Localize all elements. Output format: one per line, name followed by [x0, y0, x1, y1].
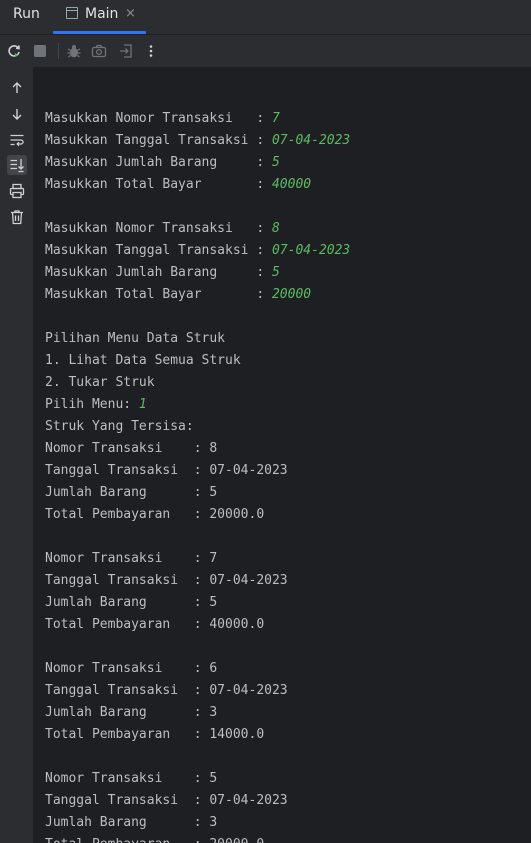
arrow-up-icon[interactable]: [7, 78, 27, 98]
console-line: Masukkan Nomor Transaksi : 7: [45, 108, 350, 130]
console-line: Masukkan Tanggal Transaksi : 07-04-2023: [45, 240, 350, 262]
console-line-text: Masukkan Tanggal Transaksi :: [45, 243, 272, 258]
console-output[interactable]: Masukkan Nomor Transaksi : 7 Masukkan Tan…: [33, 67, 531, 843]
run-tool-window-title: Run: [13, 6, 40, 22]
console-line-text: Masukkan Total Bayar :: [45, 177, 272, 192]
stop-icon[interactable]: [31, 42, 49, 60]
console-line-text: Jumlah Barang : 3: [45, 705, 218, 720]
user-input-value: 5: [271, 265, 280, 280]
console-lines: Masukkan Nomor Transaksi : 7 Masukkan Tan…: [45, 86, 350, 843]
console-line-text: Masukkan Nomor Transaksi :: [45, 221, 272, 236]
console-line: Tanggal Transaksi : 07-04-2023: [45, 790, 350, 812]
user-input-value: 07-04-2023: [271, 133, 351, 148]
arrow-down-icon[interactable]: [7, 104, 27, 124]
console-line-text: Total Pembayaran : 14000.0: [45, 727, 265, 742]
scroll-to-end-icon[interactable]: [7, 155, 27, 175]
tab-main-label: Main: [85, 6, 119, 22]
soft-wrap-icon[interactable]: [7, 130, 27, 150]
console-line: Masukkan Total Bayar : 20000: [45, 284, 350, 306]
user-input-value: 7: [271, 111, 280, 126]
exit-icon[interactable]: [117, 42, 135, 60]
console-line-text: Total Pembayaran : 40000.0: [45, 617, 265, 632]
console-line: Total Pembayaran : 40000.0: [45, 614, 350, 636]
console-line-text: Struk Yang Tersisa:: [45, 419, 194, 434]
console-side-toolbar: [0, 67, 33, 843]
console-line: Jumlah Barang : 3: [45, 702, 350, 724]
console-line: Tanggal Transaksi : 07-04-2023: [45, 570, 350, 592]
console-line-text: Tanggal Transaksi : 07-04-2023: [45, 683, 288, 698]
console-line: Masukkan Jumlah Barang : 5: [45, 152, 350, 174]
trash-icon[interactable]: [7, 207, 27, 227]
console-line-text: Nomor Transaksi : 7: [45, 551, 218, 566]
console-line-text: Nomor Transaksi : 6: [45, 661, 218, 676]
window-icon: [66, 7, 78, 19]
user-input-value: 1: [138, 397, 147, 412]
console-line-text: Tanggal Transaksi : 07-04-2023: [45, 793, 288, 808]
print-icon[interactable]: [7, 181, 27, 201]
tool-window-header: Run Main ×: [0, 0, 531, 35]
console-line: Tanggal Transaksi : 07-04-2023: [45, 680, 350, 702]
user-input-value: 40000: [271, 177, 312, 192]
console-line: Masukkan Total Bayar : 40000: [45, 174, 350, 196]
console-line: Nomor Transaksi : 6: [45, 658, 350, 680]
console-line-text: Masukkan Jumlah Barang :: [45, 155, 272, 170]
user-input-value: 5: [271, 155, 280, 170]
camera-icon[interactable]: [90, 42, 108, 60]
console-line-text: Masukkan Tanggal Transaksi :: [45, 133, 272, 148]
tab-main[interactable]: Main ×: [53, 0, 146, 34]
console-line-text: Jumlah Barang : 3: [45, 815, 218, 830]
console-line-text: Masukkan Jumlah Barang :: [45, 265, 272, 280]
console-line: Tanggal Transaksi : 07-04-2023: [45, 460, 350, 482]
console-line: 2. Tukar Struk: [45, 372, 350, 394]
active-tab-indicator: [53, 31, 146, 34]
console-line-text: 1. Lihat Data Semua Struk: [45, 353, 241, 368]
user-input-value: 20000: [271, 287, 312, 302]
debug-icon[interactable]: [65, 42, 83, 60]
console-line: Nomor Transaksi : 8: [45, 438, 350, 460]
user-input-value: 8: [271, 221, 280, 236]
console-line: Jumlah Barang : 5: [45, 592, 350, 614]
console-line: Nomor Transaksi : 5: [45, 768, 350, 790]
console-line-text: Masukkan Total Bayar :: [45, 287, 272, 302]
close-icon[interactable]: ×: [125, 5, 136, 23]
more-icon[interactable]: [142, 42, 160, 60]
console-line: Nomor Transaksi : 7: [45, 548, 350, 570]
console-line-text: Tanggal Transaksi : 07-04-2023: [45, 573, 288, 588]
run-toolbar: [0, 35, 531, 67]
console-line: Total Pembayaran : 20000.0: [45, 834, 350, 843]
console-line: 1. Lihat Data Semua Struk: [45, 350, 350, 372]
console-line-text: Nomor Transaksi : 5: [45, 771, 218, 786]
console-line: Pilihan Menu Data Struk: [45, 328, 350, 350]
console-line-text: Masukkan Nomor Transaksi :: [45, 111, 272, 126]
console-line-text: Total Pembayaran : 20000.0: [45, 507, 265, 522]
console-line: Jumlah Barang : 3: [45, 812, 350, 834]
console-line: Pilih Menu: 1: [45, 394, 350, 416]
console-line-text: 2. Tukar Struk: [45, 375, 155, 390]
console-line-text: Jumlah Barang : 5: [45, 485, 218, 500]
console-line-text: Total Pembayaran : 20000.0: [45, 837, 264, 843]
console-line: Masukkan Nomor Transaksi : 8: [45, 218, 350, 240]
console-line-text: Jumlah Barang : 5: [45, 595, 218, 610]
console-line: Masukkan Jumlah Barang : 5: [45, 262, 350, 284]
rerun-icon[interactable]: [5, 42, 23, 60]
console-line-text: Pilih Menu:: [45, 397, 139, 412]
console-line-text: Nomor Transaksi : 8: [45, 441, 218, 456]
console-line: Masukkan Tanggal Transaksi : 07-04-2023: [45, 130, 350, 152]
user-input-value: 07-04-2023: [271, 243, 351, 258]
console-line-text: Pilihan Menu Data Struk: [45, 331, 226, 346]
console-line: Jumlah Barang : 5: [45, 482, 350, 504]
console-line-text: Tanggal Transaksi : 07-04-2023: [45, 463, 288, 478]
console-line: Struk Yang Tersisa:: [45, 416, 350, 438]
console-line: Total Pembayaran : 20000.0: [45, 504, 350, 526]
toolbar-separator: [58, 43, 59, 59]
console-line: Total Pembayaran : 14000.0: [45, 724, 350, 746]
